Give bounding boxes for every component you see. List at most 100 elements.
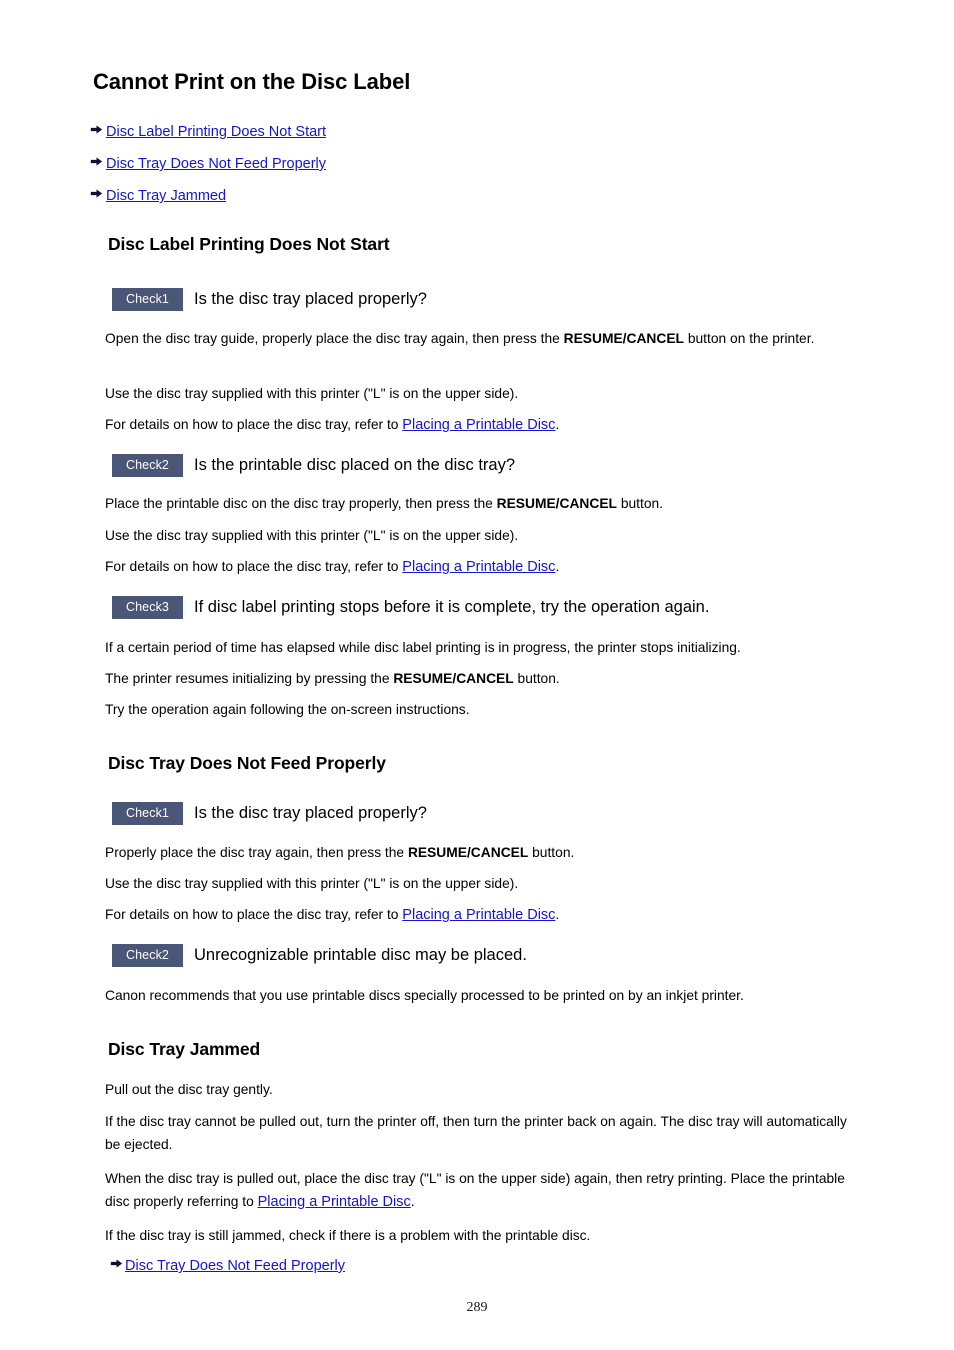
- paragraph: Use the disc tray supplied with this pri…: [105, 876, 519, 891]
- inline-link-placing-a-printable-disc[interactable]: Placing a Printable Disc: [258, 1194, 411, 1210]
- inline-link-placing-a-printable-disc[interactable]: Placing a Printable Disc: [402, 907, 555, 923]
- check-body: Try the operation again following the on…: [105, 698, 853, 721]
- section-body: If the disc tray is still jammed, check …: [105, 1224, 853, 1247]
- arrow-right-icon: [90, 123, 106, 136]
- paragraph-text-a: Place the printable disc on the disc tra…: [105, 496, 497, 511]
- check-question: Unrecognizable printable disc may be pla…: [193, 946, 527, 964]
- section-disc-tray-jammed: Disc Tray Jammed: [105, 1037, 853, 1061]
- check-body: For details on how to place the disc tra…: [105, 413, 853, 436]
- paragraph: For details on how to place the disc tra…: [105, 555, 853, 578]
- paragraph: Open the disc tray guide, properly place…: [105, 327, 853, 350]
- paragraph: If the disc tray is still jammed, check …: [105, 1228, 591, 1243]
- related-link[interactable]: Disc Tray Does Not Feed Properly: [110, 1256, 858, 1277]
- check-heading-row: Check2 Unrecognizable printable disc may…: [105, 944, 853, 968]
- status-badge: Check1: [112, 802, 183, 825]
- page-title: Cannot Print on the Disc Label: [93, 69, 411, 94]
- paragraph-text-c: .: [410, 1194, 415, 1209]
- check-question: Is the disc tray placed properly?: [193, 290, 427, 308]
- status-badge: Check2: [112, 454, 183, 477]
- button-name-bold: RESUME/CANCEL: [407, 845, 529, 860]
- paragraph-text-a: For details on how to place the disc tra…: [105, 417, 403, 432]
- paragraph: When the disc tray is pulled out, place …: [105, 1167, 845, 1213]
- document-page: Cannot Print on the Disc Label Disc Labe…: [0, 0, 954, 1350]
- paragraph: If the disc tray cannot be pulled out, t…: [105, 1114, 847, 1152]
- table-of-contents: Disc Label Printing Does Not Start Disc …: [90, 122, 850, 218]
- paragraph: Try the operation again following the on…: [105, 702, 470, 717]
- toc-item-disc-tray-jammed[interactable]: Disc Tray Jammed: [90, 186, 850, 208]
- paragraph-text-a: The printer resumes initializing by pres…: [105, 671, 394, 686]
- check-body: Canon recommends that you use printable …: [105, 984, 853, 1007]
- paragraph-text-a: For details on how to place the disc tra…: [105, 907, 403, 922]
- check-block: Check2 Unrecognizable printable disc may…: [105, 944, 853, 968]
- section-body: If the disc tray cannot be pulled out, t…: [105, 1110, 850, 1156]
- paragraph-text-c: button.: [528, 845, 575, 860]
- check-question: Is the disc tray placed properly?: [193, 804, 427, 822]
- section-heading: Disc Tray Jammed: [108, 1039, 261, 1059]
- arrow-right-icon: [90, 187, 106, 200]
- check-question: If disc label printing stops before it i…: [193, 598, 710, 616]
- paragraph: Place the printable disc on the disc tra…: [105, 492, 853, 515]
- toc-link[interactable]: Disc Label Printing Does Not Start: [106, 122, 326, 143]
- paragraph-text-c: .: [555, 907, 560, 922]
- paragraph-text-c: button.: [513, 671, 560, 686]
- section-disc-tray-does-not-feed-properly: Disc Tray Does Not Feed Properly: [105, 751, 853, 775]
- paragraph: If a certain period of time has elapsed …: [105, 640, 741, 655]
- toc-link[interactable]: Disc Tray Does Not Feed Properly: [106, 154, 326, 175]
- toc-link[interactable]: Disc Tray Jammed: [106, 186, 226, 207]
- button-name-bold: RESUME/CANCEL: [563, 331, 684, 346]
- related-link-row[interactable]: Disc Tray Does Not Feed Properly: [110, 1256, 858, 1277]
- section-heading: Disc Tray Does Not Feed Properly: [108, 753, 386, 773]
- check-block: Check2 Is the printable disc placed on t…: [105, 454, 853, 478]
- paragraph: For details on how to place the disc tra…: [105, 903, 853, 926]
- check-block: Check1 Is the disc tray placed properly?: [105, 288, 853, 312]
- check-body: For details on how to place the disc tra…: [105, 903, 853, 926]
- section-body: Pull out the disc tray gently.: [105, 1078, 853, 1101]
- paragraph: Properly place the disc tray again, then…: [105, 841, 853, 864]
- button-name-bold: RESUME/CANCEL: [393, 671, 514, 686]
- paragraph-text-c: button.: [617, 496, 664, 511]
- paragraph-text-a: When the disc tray is pulled out, place …: [105, 1171, 845, 1209]
- check-body: Place the printable disc on the disc tra…: [105, 492, 853, 515]
- inline-link-placing-a-printable-disc[interactable]: Placing a Printable Disc: [402, 559, 555, 575]
- toc-item-disc-tray-does-not-feed-properly[interactable]: Disc Tray Does Not Feed Properly: [90, 154, 850, 176]
- paragraph: Pull out the disc tray gently.: [105, 1082, 273, 1097]
- paragraph-text-c: .: [555, 559, 560, 574]
- paragraph: Use the disc tray supplied with this pri…: [105, 528, 519, 543]
- paragraph-text-a: For details on how to place the disc tra…: [105, 559, 403, 574]
- paragraph: Canon recommends that you use printable …: [105, 988, 744, 1003]
- page-number: 289: [466, 1300, 488, 1315]
- check-body: Properly place the disc tray again, then…: [105, 841, 853, 864]
- paragraph: Use the disc tray supplied with this pri…: [105, 386, 519, 401]
- check-block: Check3 If disc label printing stops befo…: [105, 596, 853, 620]
- related-link-text[interactable]: Disc Tray Does Not Feed Properly: [125, 1256, 345, 1277]
- paragraph: For details on how to place the disc tra…: [105, 413, 853, 436]
- check-question: Is the printable disc placed on the disc…: [193, 456, 516, 474]
- check-body: Use the disc tray supplied with this pri…: [105, 872, 853, 895]
- check-block: Check1 Is the disc tray placed properly?: [105, 802, 853, 826]
- check-heading-row: Check1 Is the disc tray placed properly?: [105, 802, 853, 826]
- check-heading-row: Check1 Is the disc tray placed properly?: [105, 288, 853, 312]
- check-heading-row: Check3 If disc label printing stops befo…: [105, 596, 853, 620]
- arrow-right-icon: [110, 1257, 125, 1270]
- status-badge: Check2: [112, 944, 183, 967]
- paragraph-text-a: Properly place the disc tray again, then…: [105, 845, 408, 860]
- paragraph-text-a: Open the disc tray guide, properly place…: [105, 331, 564, 346]
- check-body: For details on how to place the disc tra…: [105, 555, 853, 578]
- check-heading-row: Check2 Is the printable disc placed on t…: [105, 454, 853, 478]
- section-disc-label-printing-does-not-start: Disc Label Printing Does Not Start: [105, 232, 853, 256]
- check-body: Use the disc tray supplied with this pri…: [105, 382, 853, 405]
- button-name-bold: RESUME/CANCEL: [496, 496, 617, 511]
- inline-link-placing-a-printable-disc[interactable]: Placing a Printable Disc: [402, 417, 555, 433]
- arrow-right-icon: [90, 155, 106, 168]
- paragraph: The printer resumes initializing by pres…: [105, 667, 853, 690]
- check-body: The printer resumes initializing by pres…: [105, 667, 853, 690]
- status-badge: Check3: [112, 596, 183, 619]
- check-body: Open the disc tray guide, properly place…: [105, 327, 853, 350]
- section-heading: Disc Label Printing Does Not Start: [108, 234, 390, 254]
- check-body: Use the disc tray supplied with this pri…: [105, 524, 853, 547]
- check-body: If a certain period of time has elapsed …: [105, 636, 853, 659]
- paragraph-text-c: .: [555, 417, 560, 432]
- status-badge: Check1: [112, 288, 183, 311]
- section-body: When the disc tray is pulled out, place …: [105, 1167, 845, 1213]
- toc-item-disc-label-printing-does-not-start[interactable]: Disc Label Printing Does Not Start: [90, 122, 850, 144]
